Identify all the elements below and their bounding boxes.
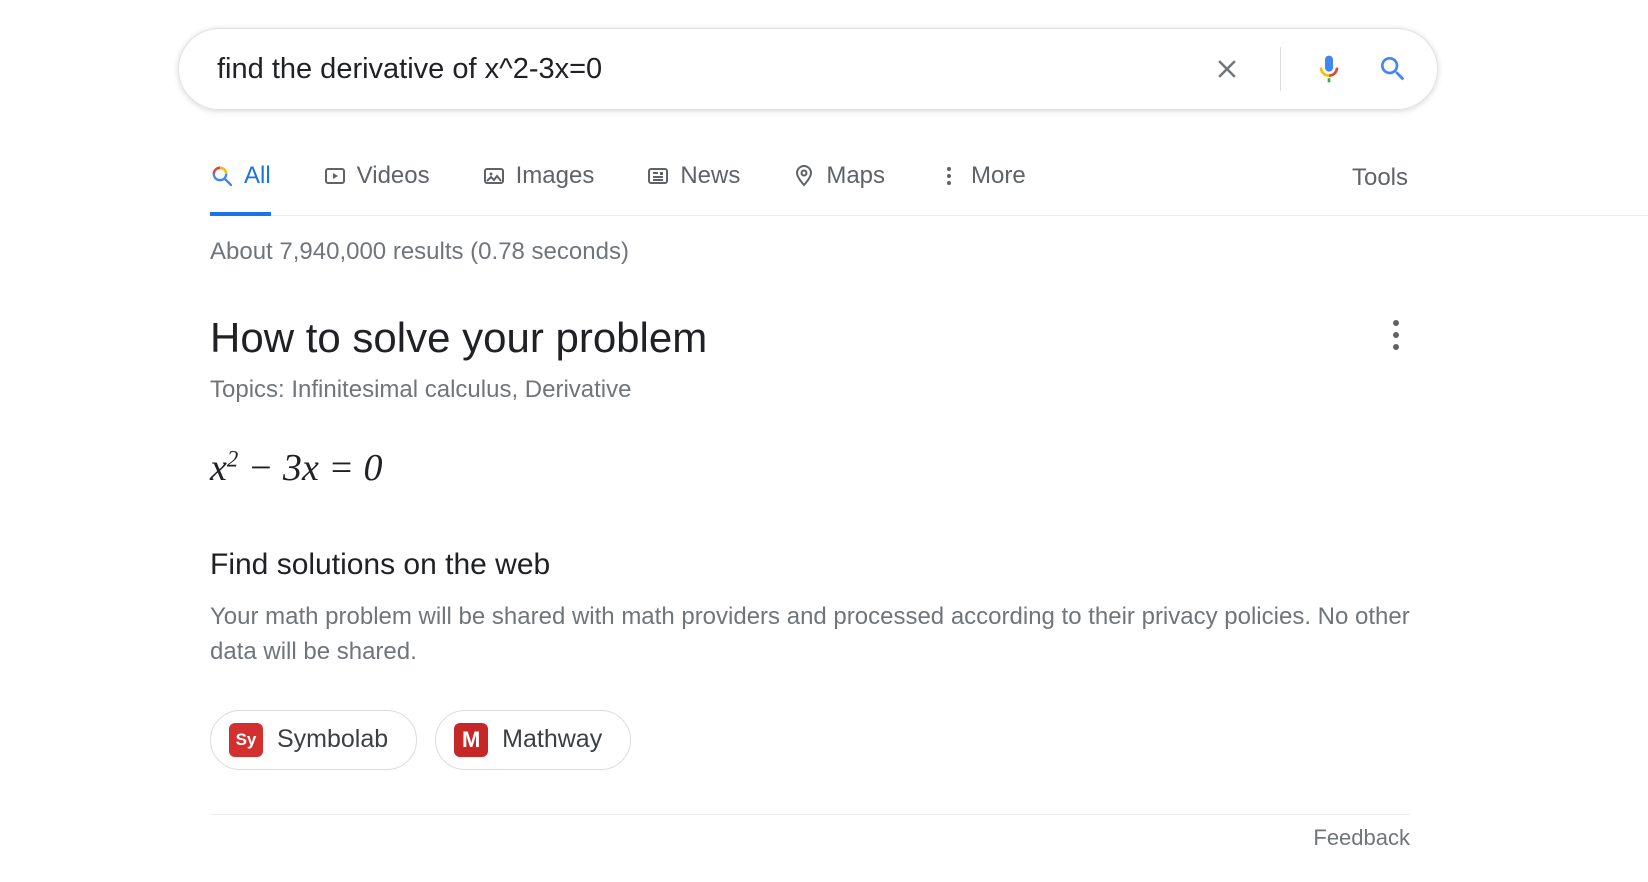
kebab-menu-icon[interactable] (1382, 320, 1410, 350)
tab-images[interactable]: Images (482, 158, 595, 216)
symbolab-icon: Sy (229, 723, 263, 757)
tab-label: News (680, 162, 740, 190)
tools-button[interactable]: Tools (1352, 160, 1408, 214)
search-bar-container (178, 28, 1438, 110)
block-title: How to solve your problem (210, 314, 1410, 362)
equation-display: x2 − 3x = 0 (210, 446, 1410, 490)
tab-label: Videos (357, 162, 430, 190)
provider-chips: Sy Symbolab M Mathway (210, 710, 1410, 770)
tab-label: Maps (826, 162, 885, 190)
disclaimer-text: Your math problem will be shared with ma… (210, 600, 1410, 670)
map-pin-icon (792, 164, 816, 188)
provider-symbolab[interactable]: Sy Symbolab (210, 710, 417, 770)
image-icon (482, 164, 506, 188)
subheading: Find solutions on the web (210, 548, 1410, 582)
provider-label: Symbolab (277, 725, 388, 754)
tab-label: All (244, 162, 271, 190)
search-icon[interactable] (1377, 53, 1409, 85)
tab-all[interactable]: All (210, 158, 271, 216)
tabs-row: All Videos Images News Maps More (210, 158, 1648, 216)
provider-mathway[interactable]: M Mathway (435, 710, 631, 770)
provider-label: Mathway (502, 725, 602, 754)
tab-videos[interactable]: Videos (323, 158, 430, 216)
math-solve-block: How to solve your problem Topics: Infini… (210, 314, 1410, 770)
tab-label: Images (516, 162, 595, 190)
feedback-link[interactable]: Feedback (1313, 825, 1410, 851)
topics-line: Topics: Infinitesimal calculus, Derivati… (210, 376, 1410, 404)
search-input[interactable] (215, 52, 1212, 87)
search-multicolor-icon (210, 164, 234, 188)
clear-icon[interactable] (1212, 54, 1242, 84)
feedback-row: Feedback (210, 814, 1410, 851)
mic-icon[interactable] (1313, 53, 1345, 85)
search-bar (178, 28, 1438, 110)
tab-maps[interactable]: Maps (792, 158, 885, 216)
mathway-icon: M (454, 723, 488, 757)
tab-label: More (971, 162, 1026, 190)
tab-more[interactable]: More (937, 158, 1026, 216)
divider (1280, 47, 1281, 91)
more-vertical-icon (937, 164, 961, 188)
result-stats: About 7,940,000 results (0.78 seconds) (210, 238, 1648, 266)
news-icon (646, 164, 670, 188)
video-icon (323, 164, 347, 188)
tab-news[interactable]: News (646, 158, 740, 216)
